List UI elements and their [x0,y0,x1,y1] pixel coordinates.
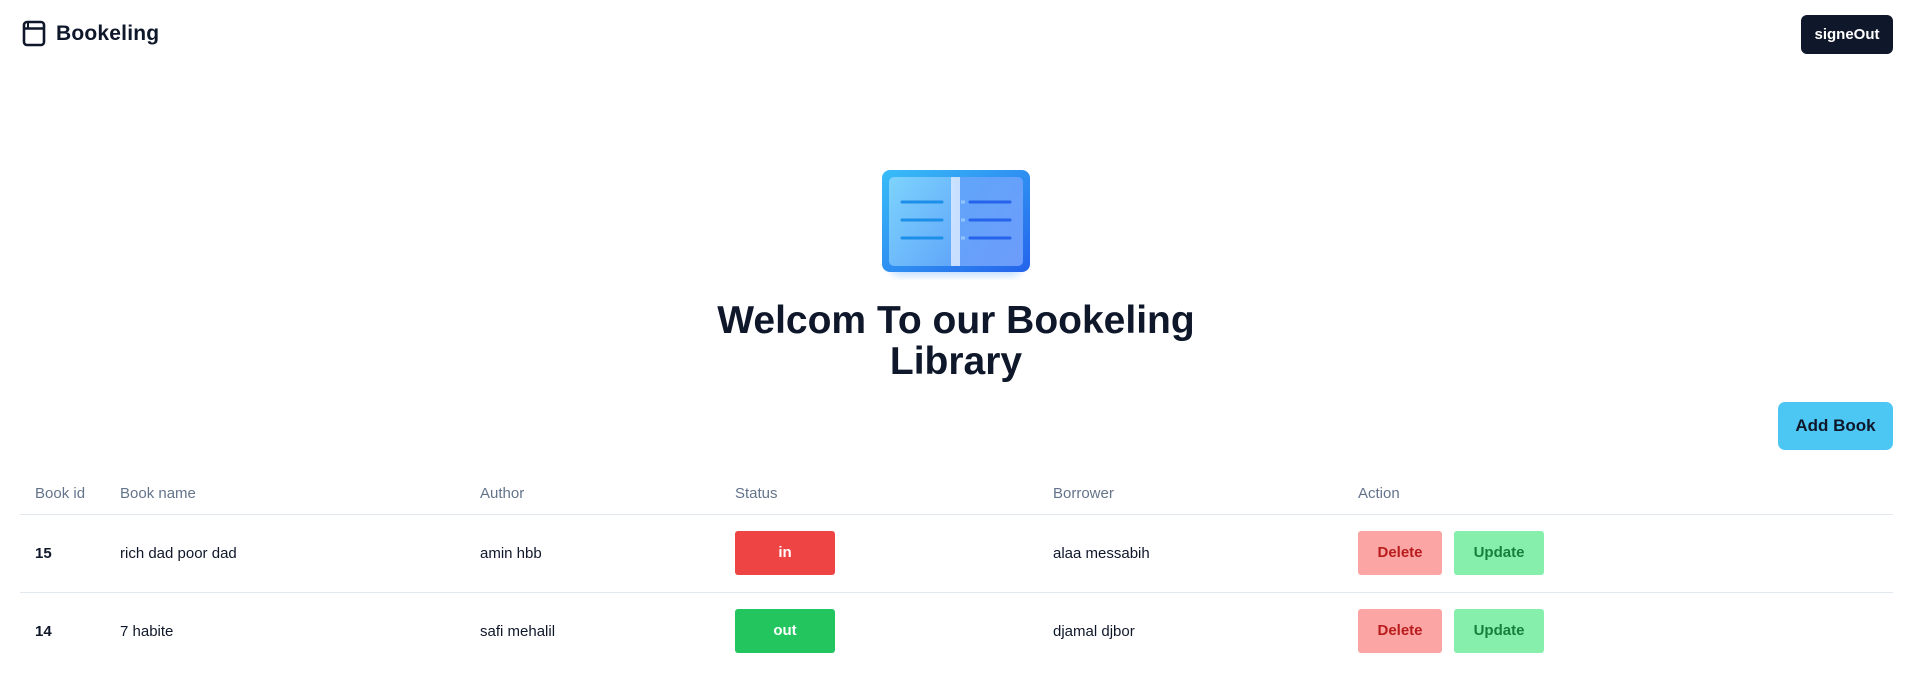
update-button[interactable]: Update [1454,531,1544,575]
books-table: Book id Book name Author Status Borrower… [20,474,1893,670]
top-navbar: Bookeling signeOut [0,0,1912,70]
author-cell: safi mehalil [480,622,556,640]
column-header-action: Action [1358,474,1893,515]
delete-button[interactable]: Delete [1358,609,1442,653]
book-id-cell: 15 [20,514,120,593]
book-name-cell: 7 habite [120,622,174,640]
column-header-status: Status [735,474,1053,515]
column-header-borrower: Borrower [1053,474,1358,515]
brand-name: Bookeling [56,21,160,45]
delete-button[interactable]: Delete [1358,531,1442,575]
author-cell: amin hbb [480,514,735,593]
status-cell: in [735,514,1053,593]
book-id-cell: 14 [35,622,52,640]
action-cell: Delete Update [1358,592,1893,670]
status-cell: out [735,592,1053,670]
action-cell: Delete Update [1358,514,1893,593]
brand[interactable]: Bookeling [22,20,159,47]
book-icon [22,20,46,47]
table-header-row: Book id Book name Author Status Borrower… [20,474,1893,515]
signout-button[interactable]: signeOut [1801,15,1893,54]
column-header-book-name: Book name [120,474,480,515]
add-book-button[interactable]: Add Book [1778,402,1893,450]
column-header-author: Author [480,474,735,515]
status-badge: in [735,531,835,575]
table-row: 14 7 habite safi mehalil out djamal djbo… [20,592,1893,670]
open-book-icon [882,170,1030,276]
book-name-cell: rich dad poor dad [120,514,480,593]
update-button[interactable]: Update [1454,609,1544,653]
table-row: 15 rich dad poor dad amin hbb in alaa me… [20,514,1893,593]
column-header-book-id: Book id [20,474,120,515]
page-title: Welcom To our Bookeling Library [717,299,1195,383]
borrower-cell: alaa messabih [1053,514,1358,593]
borrower-cell: djamal djbor [1053,622,1135,640]
status-badge: out [735,609,835,653]
